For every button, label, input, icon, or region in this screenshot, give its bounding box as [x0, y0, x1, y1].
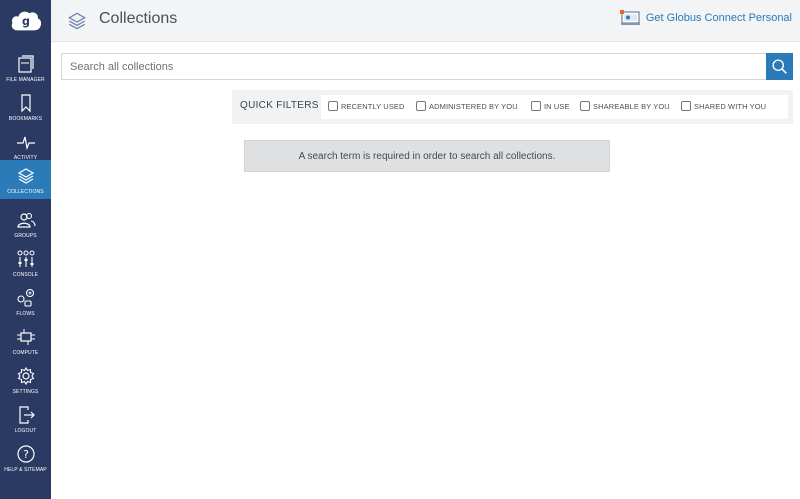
filter-recently-used[interactable]: RECENTLY USED — [328, 101, 405, 111]
sidebar-item-label: COMPUTE — [12, 350, 39, 356]
sidebar-item-label: FILE MANAGER — [6, 77, 45, 83]
settings-icon — [17, 366, 34, 386]
activity-icon — [16, 136, 35, 151]
filter-checkbox[interactable] — [416, 101, 426, 111]
filter-administered-by-you[interactable]: ADMINISTERED BY YOU — [416, 101, 518, 111]
sidebar-item-flows[interactable]: FLOWS — [0, 282, 51, 321]
gcp-link-text[interactable]: Get Globus Connect Personal — [646, 12, 792, 24]
search-button[interactable] — [766, 53, 793, 80]
svg-text:g: g — [22, 15, 30, 28]
sidebar-item-label: HELP & SITEMAP — [4, 467, 47, 473]
filter-label: SHAREABLE BY YOU — [593, 101, 670, 111]
search-input[interactable] — [61, 53, 766, 80]
sidebar-item-groups[interactable]: GROUPS — [0, 204, 51, 243]
quick-filters-bar: QUICK FILTERS RECENTLY USED ADMINISTERED… — [232, 90, 793, 124]
message-text: A search term is required in order to se… — [298, 150, 556, 162]
collections-icon — [17, 168, 34, 184]
search-required-message: A search term is required in order to se… — [244, 140, 610, 172]
filter-checkbox[interactable] — [580, 101, 590, 111]
groups-icon — [16, 212, 36, 228]
collections-icon — [68, 12, 86, 30]
page-header: Collections Get Globus Connect Personal — [51, 0, 800, 42]
sidebar-item-settings[interactable]: SETTINGS — [0, 360, 51, 399]
quick-filters-label: QUICK FILTERS — [240, 100, 319, 111]
sidebar-item-label: LOGOUT — [14, 428, 37, 434]
filter-label: RECENTLY USED — [341, 101, 405, 111]
sidebar: g FILE MANAGER BOOKMARKS ACTIVITY COLLEC… — [0, 0, 51, 499]
sidebar-item-label: COLLECTIONS — [7, 189, 44, 195]
filter-label: IN USE — [544, 101, 570, 111]
sidebar-item-compute[interactable]: COMPUTE — [0, 321, 51, 360]
sidebar-item-logout[interactable]: LOGOUT — [0, 399, 51, 438]
sidebar-item-label: FLOWS — [16, 311, 35, 317]
filter-checkbox[interactable] — [531, 101, 541, 111]
search-icon — [772, 59, 787, 74]
get-globus-connect-personal-link[interactable]: Get Globus Connect Personal — [619, 9, 792, 27]
globus-cloud-icon: g — [11, 11, 41, 31]
filter-shared-with-you[interactable]: SHARED WITH YOU — [681, 101, 766, 111]
globus-connect-personal-icon — [619, 10, 640, 25]
file-manager-icon — [17, 55, 34, 73]
filter-label: SHARED WITH YOU — [694, 101, 767, 111]
logout-icon — [18, 406, 35, 424]
help-icon: ? — [16, 445, 35, 463]
sidebar-item-label: GROUPS — [14, 233, 37, 239]
compute-icon — [16, 329, 35, 345]
bookmark-icon — [20, 94, 31, 113]
filter-label: ADMINISTERED BY YOU — [429, 101, 518, 111]
flows-icon — [16, 288, 34, 307]
sidebar-item-console[interactable]: CONSOLE — [0, 243, 51, 282]
sidebar-item-collections[interactable]: COLLECTIONS — [0, 160, 51, 199]
globus-logo[interactable]: g — [0, 0, 51, 42]
filter-checkbox[interactable] — [681, 101, 691, 111]
page-title: Collections — [99, 10, 178, 27]
sidebar-item-help[interactable]: ? HELP & SITEMAP — [0, 438, 51, 477]
sidebar-item-file-manager[interactable]: FILE MANAGER — [0, 48, 51, 87]
sidebar-item-label: CONSOLE — [12, 272, 39, 278]
filter-shareable-by-you[interactable]: SHAREABLE BY YOU — [580, 101, 670, 111]
console-icon — [17, 250, 34, 267]
filter-in-use[interactable]: IN USE — [531, 101, 570, 111]
filter-checkbox[interactable] — [328, 101, 338, 111]
sidebar-item-label: BOOKMARKS — [8, 116, 43, 122]
sidebar-item-bookmarks[interactable]: BOOKMARKS — [0, 87, 51, 126]
quick-filters-options: RECENTLY USED ADMINISTERED BY YOU IN USE… — [321, 95, 788, 119]
sidebar-item-label: SETTINGS — [12, 389, 39, 395]
svg-text:?: ? — [23, 448, 29, 461]
